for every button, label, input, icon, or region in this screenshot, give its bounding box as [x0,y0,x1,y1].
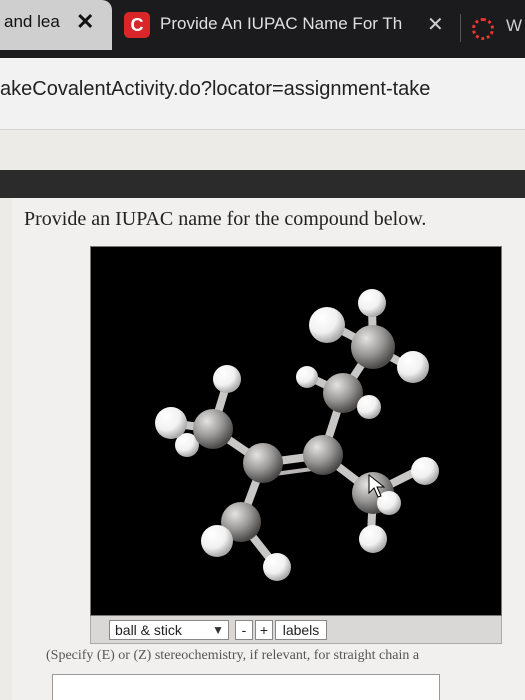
page-content: Provide an IUPAC name for the compound b… [0,130,525,700]
answer-input[interactable] [52,674,440,700]
render-mode-value: ball & stick [115,622,182,638]
zoom-in-button[interactable]: + [255,620,273,640]
labels-button[interactable]: labels [275,620,327,640]
viewer-toolbar: ball & stick ▼ - + labels [90,616,502,644]
question-card: Provide an IUPAC name for the compound b… [12,198,525,700]
molecule-3d-model [155,289,439,581]
tab-active-label[interactable]: Provide An IUPAC Name For Th [160,14,420,34]
stereochemistry-hint: (Specify (E) or (Z) stereochemistry, if … [46,648,420,663]
tab-previous-close-icon[interactable]: ✕ [76,9,94,35]
question-text: Provide an IUPAC name for the compound b… [24,208,427,230]
tab-previous-label: and lea [4,12,60,31]
hydrogen-atoms-front [155,351,429,557]
carbon-atoms [193,325,395,542]
zoom-out-button[interactable]: - [235,620,253,640]
tab-previous[interactable]: and lea ✕ [0,0,112,50]
address-bar[interactable]: akeCovalentActivity.do?locator=assignmen… [0,58,525,130]
render-mode-select[interactable]: ball & stick ▼ [109,620,229,640]
browser-tab-strip: and lea ✕ C Provide An IUPAC Name For Th… [0,0,525,58]
molecule-viewer[interactable] [90,246,502,616]
url-text[interactable]: akeCovalentActivity.do?locator=assignmen… [0,78,430,101]
tab-next-label[interactable]: W [506,16,522,36]
tab-active-close-icon[interactable]: ✕ [427,12,444,37]
tab-divider [460,14,461,42]
header-band [0,170,525,198]
loading-spinner-icon [472,18,494,40]
chevron-down-icon: ▼ [212,623,224,637]
chegg-favicon-icon: C [124,12,150,38]
